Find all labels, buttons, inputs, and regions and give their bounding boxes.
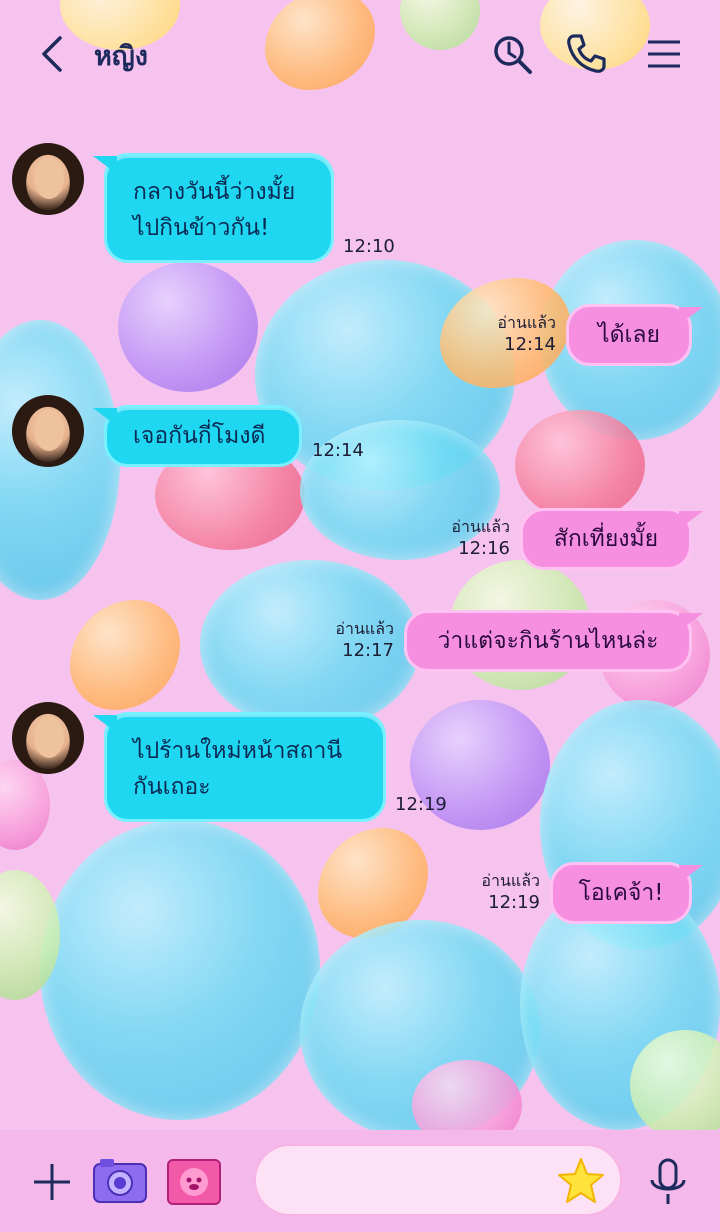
message-composer-bar (0, 1130, 720, 1232)
contact-avatar[interactable] (12, 143, 84, 215)
read-receipt: อ่านแล้ว 12:17 (314, 618, 394, 662)
outgoing-message-bubble[interactable]: ได้เลย (566, 304, 692, 366)
read-label: อ่านแล้ว (497, 313, 556, 332)
chat-header: หญิง (0, 0, 720, 108)
star-sticker-icon[interactable] (556, 1156, 606, 1206)
message-time: 12:17 (342, 640, 394, 661)
incoming-message-bubble[interactable]: เจอกันกี่โมงดี (104, 405, 302, 467)
message-text: ได้เลย (598, 322, 660, 348)
message-time: 12:16 (458, 538, 510, 559)
message-time: 12:19 (395, 794, 447, 815)
message-text: ว่าแต่จะกินร้านไหนล่ะ (437, 628, 659, 654)
read-label: อ่านแล้ว (335, 619, 394, 638)
message-input[interactable] (254, 1144, 622, 1216)
message-text-line: กลางวันนี้ว่างมั้ย (133, 179, 296, 205)
message-time: 12:19 (488, 892, 540, 913)
message-text: โอเคจ้า! (578, 880, 664, 906)
read-label: อ่านแล้ว (481, 871, 540, 890)
contact-avatar[interactable] (12, 702, 84, 774)
outgoing-message-bubble[interactable]: โอเคจ้า! (550, 862, 692, 924)
read-receipt: อ่านแล้ว 12:14 (476, 312, 556, 356)
read-receipt: อ่านแล้ว 12:16 (430, 516, 510, 560)
incoming-message-bubble[interactable]: ไปร้านใหม่หน้าสถานี กันเถอะ (104, 712, 386, 822)
read-label: อ่านแล้ว (451, 517, 510, 536)
plus-icon[interactable] (24, 1156, 80, 1208)
camera-icon[interactable] (92, 1156, 148, 1208)
read-receipt: อ่านแล้ว 12:19 (460, 870, 540, 914)
microphone-icon[interactable] (640, 1156, 696, 1208)
contact-avatar[interactable] (12, 395, 84, 467)
message-text-line: ไปร้านใหม่หน้าสถานี (133, 738, 343, 764)
image-icon[interactable] (166, 1156, 222, 1208)
phone-icon[interactable] (562, 30, 610, 78)
search-icon[interactable] (488, 30, 536, 78)
outgoing-message-bubble[interactable]: สักเที่ยงมั้ย (520, 508, 692, 570)
message-text-line: ไปกินข้าวกัน! (133, 215, 270, 241)
outgoing-message-bubble[interactable]: ว่าแต่จะกินร้านไหนล่ะ (404, 610, 692, 672)
chevron-left-icon[interactable] (30, 30, 78, 78)
message-time: 12:14 (504, 334, 556, 355)
message-time: 12:14 (312, 440, 364, 461)
message-text-line: กันเถอะ (133, 774, 211, 800)
message-text: เจอกันกี่โมงดี (133, 423, 266, 449)
message-time: 12:10 (343, 236, 395, 257)
message-text: สักเที่ยงมั้ย (553, 526, 659, 552)
hamburger-menu-icon[interactable] (640, 30, 688, 78)
chat-title: หญิง (94, 41, 148, 72)
incoming-message-bubble[interactable]: กลางวันนี้ว่างมั้ย ไปกินข้าวกัน! (104, 153, 334, 263)
